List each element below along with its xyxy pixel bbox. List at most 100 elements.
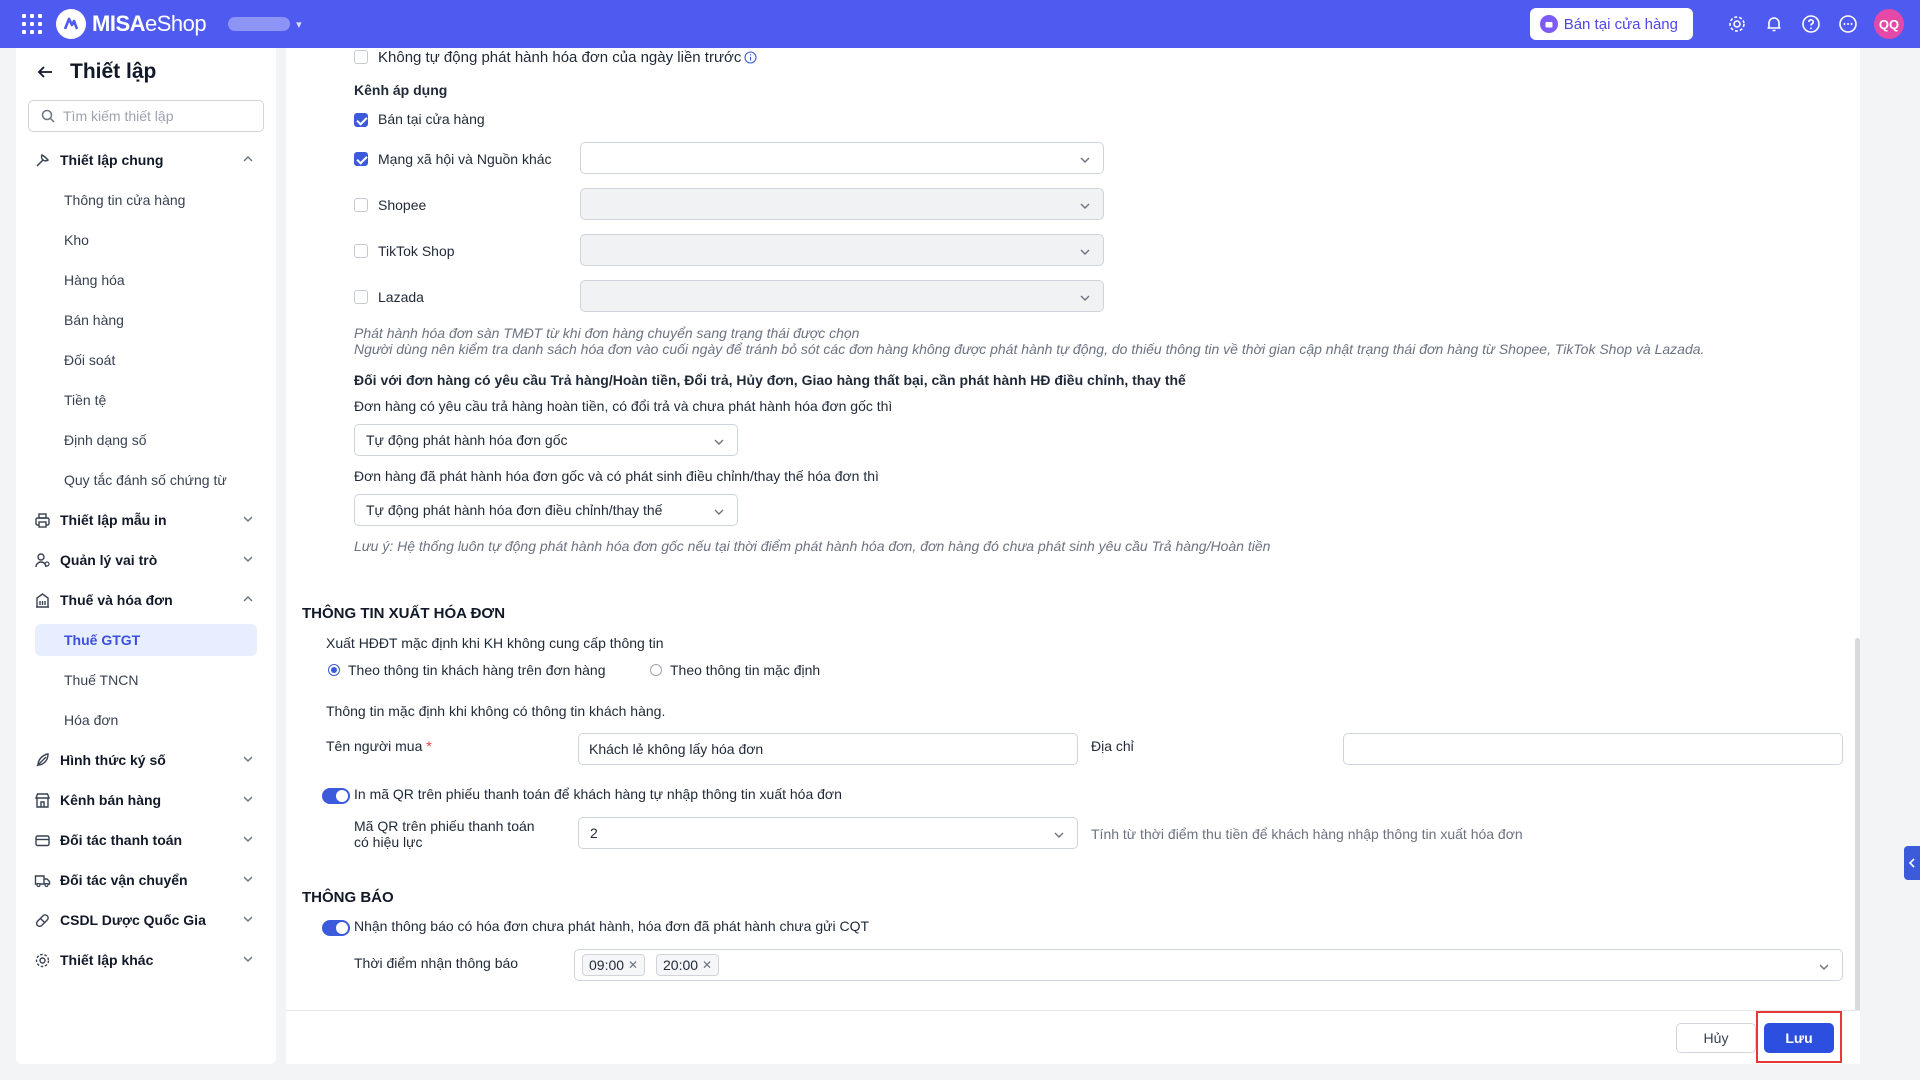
action-footer: Hủy Lưu [286, 1010, 1860, 1064]
remove-tag-icon[interactable]: ✕ [702, 958, 712, 972]
sidebar-item-warehouse[interactable]: Kho [16, 224, 276, 256]
gear-icon [32, 950, 52, 970]
channel-checkbox-store[interactable] [354, 113, 368, 127]
printer-icon [32, 510, 52, 530]
buyer-name-label: Tên người mua * [326, 738, 432, 754]
sidebar-item-sales[interactable]: Bán hàng [16, 304, 276, 336]
channel-checkbox-tiktok[interactable] [354, 244, 368, 258]
store-sales-button[interactable]: Bán tại cửa hàng [1529, 8, 1693, 40]
returns-option-1-select[interactable]: Tự động phát hành hóa đơn gốc [354, 424, 738, 456]
feather-pen-icon [32, 750, 52, 770]
qr-print-label: In mã QR trên phiếu thanh toán để khách … [354, 786, 842, 802]
sidebar-group-other-settings[interactable]: Thiết lập khác [16, 944, 276, 976]
sidebar-group-general[interactable]: Thiết lập chung [16, 144, 276, 176]
channel-checkbox-shopee[interactable] [354, 198, 368, 212]
chevron-down-icon [714, 509, 724, 515]
info-icon[interactable] [744, 51, 757, 64]
sidebar-item-number-format[interactable]: Định dạng số [16, 424, 276, 456]
buyer-name-input[interactable]: Khách lẻ không lấy hóa đơn [578, 733, 1078, 765]
default-info-label: Thông tin mặc định khi không có thông ti… [326, 703, 666, 719]
qr-print-toggle[interactable] [322, 788, 350, 804]
sidebar-group-payment-partners[interactable]: Đối tác thanh toán [16, 824, 276, 856]
chevron-down-icon [243, 916, 253, 922]
chevron-up-icon [243, 596, 253, 602]
chevron-down-icon [1819, 964, 1829, 970]
chevron-down-icon [1080, 249, 1090, 255]
sidebar-group-sales-channels[interactable]: Kênh bán hàng [16, 784, 276, 816]
sidebar-group-shipping-partners[interactable]: Đối tác vận chuyển [16, 864, 276, 896]
shopee-status-select[interactable] [580, 188, 1104, 220]
notify-heading: THÔNG BÁO [302, 889, 394, 906]
social-status-select[interactable] [580, 142, 1104, 174]
user-icon [32, 550, 52, 570]
bell-icon[interactable] [1763, 13, 1785, 35]
channel-label-shopee: Shopee [378, 197, 427, 213]
channel-checkbox-lazada[interactable] [354, 290, 368, 304]
returns-question-1: Đơn hàng có yêu cầu trả hàng hoàn tiền, … [354, 398, 893, 414]
chevron-up-icon [243, 156, 253, 162]
shop-caret-icon[interactable]: ▾ [296, 18, 302, 31]
chevron-down-icon [1080, 295, 1090, 301]
sidebar-item-invoice[interactable]: Hóa đơn [16, 704, 276, 736]
sidebar-item-numbering-rules[interactable]: Quy tắc đánh số chứng từ [16, 464, 276, 496]
marketplace-hint-1: Phát hành hóa đơn sàn TMĐT từ khi đơn hà… [354, 325, 860, 341]
more-icon[interactable] [1837, 13, 1859, 35]
credit-card-icon [32, 830, 52, 850]
sidebar-item-vat[interactable]: Thuế GTGT [35, 624, 257, 656]
address-input[interactable] [1343, 733, 1843, 765]
collapse-panel-tab[interactable] [1904, 846, 1920, 880]
content-scrollbar[interactable] [1855, 638, 1860, 1018]
sidebar-item-reconciliation[interactable]: Đối soát [16, 344, 276, 376]
notify-time-tag[interactable]: 09:00 ✕ [582, 954, 646, 976]
top-header: MISAeShop ▾ Bán tại cửa hàng QQ [0, 0, 1920, 48]
notify-time-select[interactable] [574, 949, 1843, 981]
qr-validity-select[interactable]: 2 [578, 817, 1078, 849]
radio-customer-info[interactable] [328, 664, 340, 676]
no-auto-issue-label: Không tự động phát hành hóa đơn của ngày… [378, 49, 742, 66]
misa-logo[interactable]: MISAeShop [56, 9, 207, 39]
misa-logo-icon [56, 9, 86, 39]
back-arrow-icon[interactable] [36, 63, 54, 81]
user-avatar[interactable]: QQ [1874, 9, 1904, 39]
storefront-icon [32, 790, 52, 810]
address-label: Địa chỉ [1091, 738, 1134, 754]
help-icon[interactable] [1800, 13, 1822, 35]
chevron-down-icon [243, 836, 253, 842]
shop-name-redacted[interactable] [228, 17, 291, 31]
sidebar-group-pharma-db[interactable]: CSDL Dược Quốc Gia [16, 904, 276, 936]
sidebar-item-pit[interactable]: Thuế TNCN [16, 664, 276, 696]
notify-toggle[interactable] [322, 920, 350, 936]
sidebar-item-currency[interactable]: Tiền tệ [16, 384, 276, 416]
sidebar-group-print-templates[interactable]: Thiết lập mẫu in [16, 504, 276, 536]
chevron-down-icon [243, 556, 253, 562]
channel-checkbox-social[interactable] [354, 152, 368, 166]
settings-search-input[interactable] [63, 108, 243, 124]
returns-heading: Đối với đơn hàng có yêu cầu Trả hàng/Hoà… [354, 372, 1186, 388]
cancel-button[interactable]: Hủy [1676, 1023, 1756, 1053]
qr-validity-hint: Tính từ thời điểm thu tiền để khách hàng… [1091, 826, 1523, 842]
settings-content: Không tự động phát hành hóa đơn của ngày… [286, 48, 1860, 1064]
remove-tag-icon[interactable]: ✕ [628, 958, 638, 972]
invoice-info-heading: THÔNG TIN XUẤT HÓA ĐƠN [302, 605, 506, 622]
sidebar-group-signing[interactable]: Hình thức ký số [16, 744, 276, 776]
sidebar-item-goods[interactable]: Hàng hóa [16, 264, 276, 296]
app-grid-icon[interactable] [22, 14, 42, 34]
sidebar-group-tax-invoice[interactable]: Thuế và hóa đơn [16, 584, 276, 616]
qr-validity-label-1: Mã QR trên phiếu thanh toán [354, 818, 535, 834]
chevron-down-icon [243, 756, 253, 762]
sidebar-group-roles[interactable]: Quản lý vai trò [16, 544, 276, 576]
gear-icon[interactable] [1726, 13, 1748, 35]
save-button[interactable]: Lưu [1764, 1023, 1834, 1053]
lazada-status-select[interactable] [580, 280, 1104, 312]
chevron-down-icon [1054, 832, 1064, 838]
notify-time-tag[interactable]: 20:00 ✕ [656, 954, 720, 976]
radio-default-info[interactable] [650, 664, 662, 676]
sidebar-item-store-info[interactable]: Thông tin cửa hàng [16, 184, 276, 216]
no-auto-issue-checkbox[interactable] [354, 50, 368, 64]
tiktok-status-select[interactable] [580, 234, 1104, 266]
settings-search[interactable] [28, 100, 264, 132]
returns-option-2-select[interactable]: Tự động phát hành hóa đơn điều chỉnh/tha… [354, 494, 738, 526]
channel-label-store: Bán tại cửa hàng [378, 111, 485, 127]
truck-icon [32, 870, 52, 890]
building-icon [32, 590, 52, 610]
